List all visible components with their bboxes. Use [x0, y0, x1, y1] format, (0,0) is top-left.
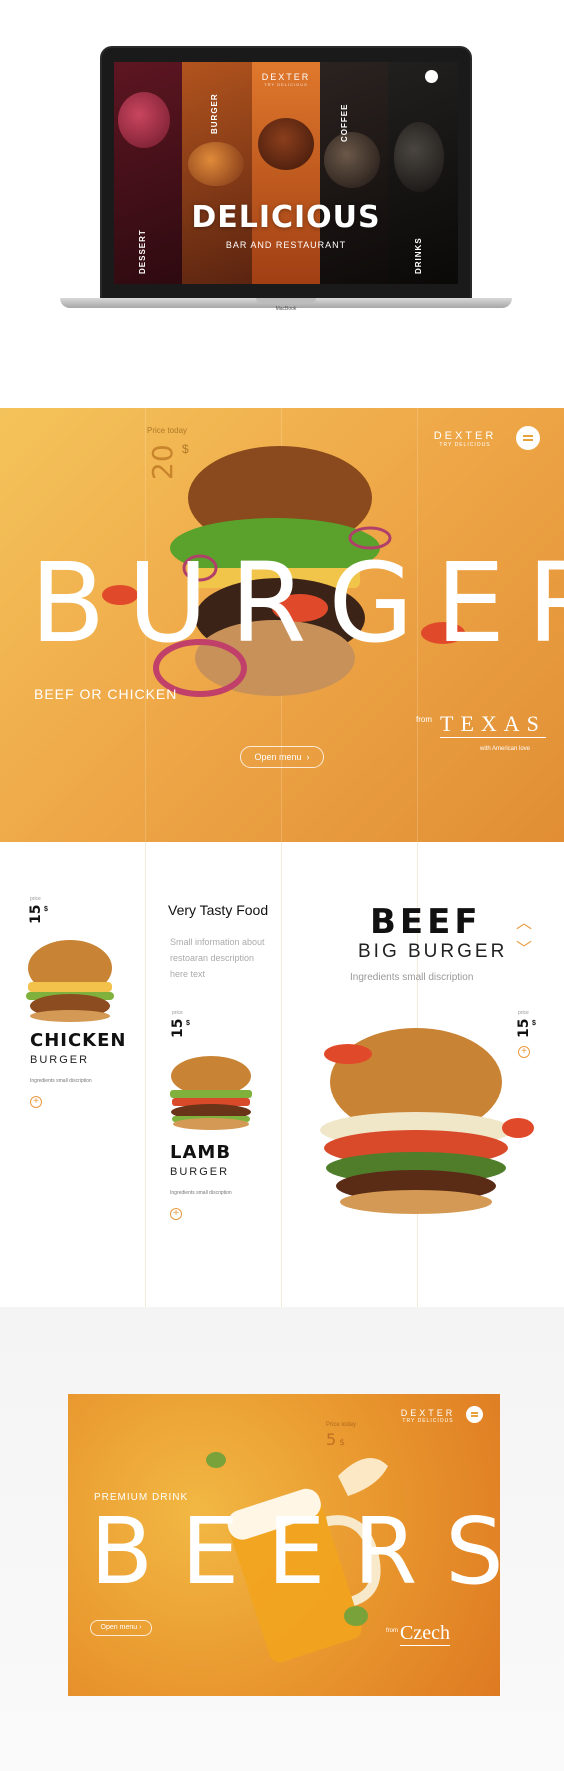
chicken-burger-image: [26, 940, 114, 1022]
steak-image: [258, 118, 314, 170]
laptop-mockup: DESSERT BURGER DEXTER TRY DELICIOUS COFFE…: [60, 46, 512, 316]
beer-section: Price today 5 $ DEXTER TRY DELICIOUS PREMI…: [0, 1307, 564, 1771]
item-title: LAMB: [170, 1142, 232, 1163]
hero-brand: DEXTER TRY DELICIOUS: [433, 430, 497, 448]
hero-from-place: TEXAS: [440, 711, 546, 738]
hero-from-label: from: [416, 715, 432, 724]
hero-word: BURGER: [30, 539, 564, 667]
featured-type: BIG BURGER: [358, 941, 508, 962]
beer-brand: DEXTER TRY DELICIOUS: [400, 1408, 456, 1424]
menu-section: price 15 $ CHICKEN BURGER Ingredients sm…: [0, 842, 564, 1307]
beer-from-label: from: [386, 1628, 398, 1634]
grid-line: [281, 842, 282, 1307]
burger-hero: Price today 20 $ DEXTER TRY DELICIOUS BUR…: [0, 408, 564, 842]
arrow-right-icon: ›: [139, 1624, 142, 1631]
panel-burger[interactable]: BURGER: [182, 62, 252, 284]
add-to-cart-button[interactable]: +: [30, 1096, 42, 1108]
hero-subtitle: BEEF OR CHICKEN: [34, 686, 178, 702]
laptop-screen: DESSERT BURGER DEXTER TRY DELICIOUS COFFE…: [114, 62, 458, 284]
laptop-title: DELICIOUS: [191, 200, 381, 235]
chevron-up-icon[interactable]: ︿: [516, 916, 532, 932]
coffee-image: [324, 132, 380, 188]
arrow-right-icon: ›: [306, 752, 310, 762]
laptop-notch: [256, 298, 316, 303]
panel-label-dessert: DESSERT: [138, 229, 147, 274]
item-title: CHICKEN: [30, 1030, 127, 1051]
beer-word: BEERS: [90, 1498, 500, 1605]
burger-image: [188, 142, 244, 186]
chevron-down-icon[interactable]: ﹀: [516, 942, 532, 958]
beer-price-label: Price today: [326, 1422, 357, 1428]
open-menu-button[interactable]: Open menu ›: [240, 746, 324, 768]
price-currency: $: [186, 1020, 190, 1027]
panel-label-burger: BURGER: [210, 93, 219, 134]
price-currency: $: [44, 906, 48, 913]
laptop-device-label: MacBook: [275, 306, 297, 312]
panel-coffee[interactable]: COFFEE: [320, 62, 388, 284]
price-label: price: [518, 1010, 529, 1016]
laptop-brand: DEXTER TRY DELICIOUS: [261, 72, 311, 87]
grid-line: [145, 842, 146, 1307]
item-desc: Ingredients small discription: [170, 1190, 232, 1196]
price-value: 15: [28, 904, 44, 924]
drink-image: [394, 122, 444, 192]
panel-label-coffee: COFFEE: [340, 103, 349, 142]
panel-featured: DEXTER TRY DELICIOUS: [252, 62, 320, 284]
price-label: price: [172, 1010, 183, 1016]
price-value: 15: [170, 1018, 186, 1038]
beef-burger-image: [320, 1028, 534, 1214]
hero-from-note: with American love: [480, 746, 531, 752]
featured-ingredients: Ingredients small discription: [350, 972, 474, 983]
item-desc: Ingredients small discription: [30, 1078, 92, 1084]
add-to-cart-button[interactable]: +: [170, 1208, 182, 1220]
beer-menu-button[interactable]: [466, 1406, 483, 1423]
laptop-subtitle: BAR AND RESTAURANT: [225, 240, 347, 250]
tasty-text: Small information about restoaran descri…: [170, 937, 265, 979]
open-menu-button[interactable]: Open menu ›: [90, 1620, 152, 1636]
panel-drinks[interactable]: DRINKS: [388, 62, 458, 284]
dessert-image: [118, 92, 170, 148]
featured-title: BEEF: [370, 902, 482, 942]
beer-from-place: Czech: [400, 1622, 450, 1646]
tasty-title: Very Tasty Food: [168, 902, 269, 918]
lamb-burger-image: [170, 1056, 252, 1130]
price-label: price: [30, 896, 41, 902]
beer-hero: Price today 5 $ DEXTER TRY DELICIOUS PREMI…: [68, 1394, 500, 1696]
laptop-lid: DESSERT BURGER DEXTER TRY DELICIOUS COFFE…: [100, 46, 472, 302]
laptop-menu-button[interactable]: [425, 70, 438, 83]
page: DESSERT BURGER DEXTER TRY DELICIOUS COFFE…: [0, 0, 564, 1771]
item-type: BURGER: [30, 1054, 90, 1066]
hero-menu-button[interactable]: [516, 426, 540, 450]
panel-dessert[interactable]: DESSERT: [114, 62, 182, 284]
item-type: BURGER: [170, 1166, 230, 1178]
